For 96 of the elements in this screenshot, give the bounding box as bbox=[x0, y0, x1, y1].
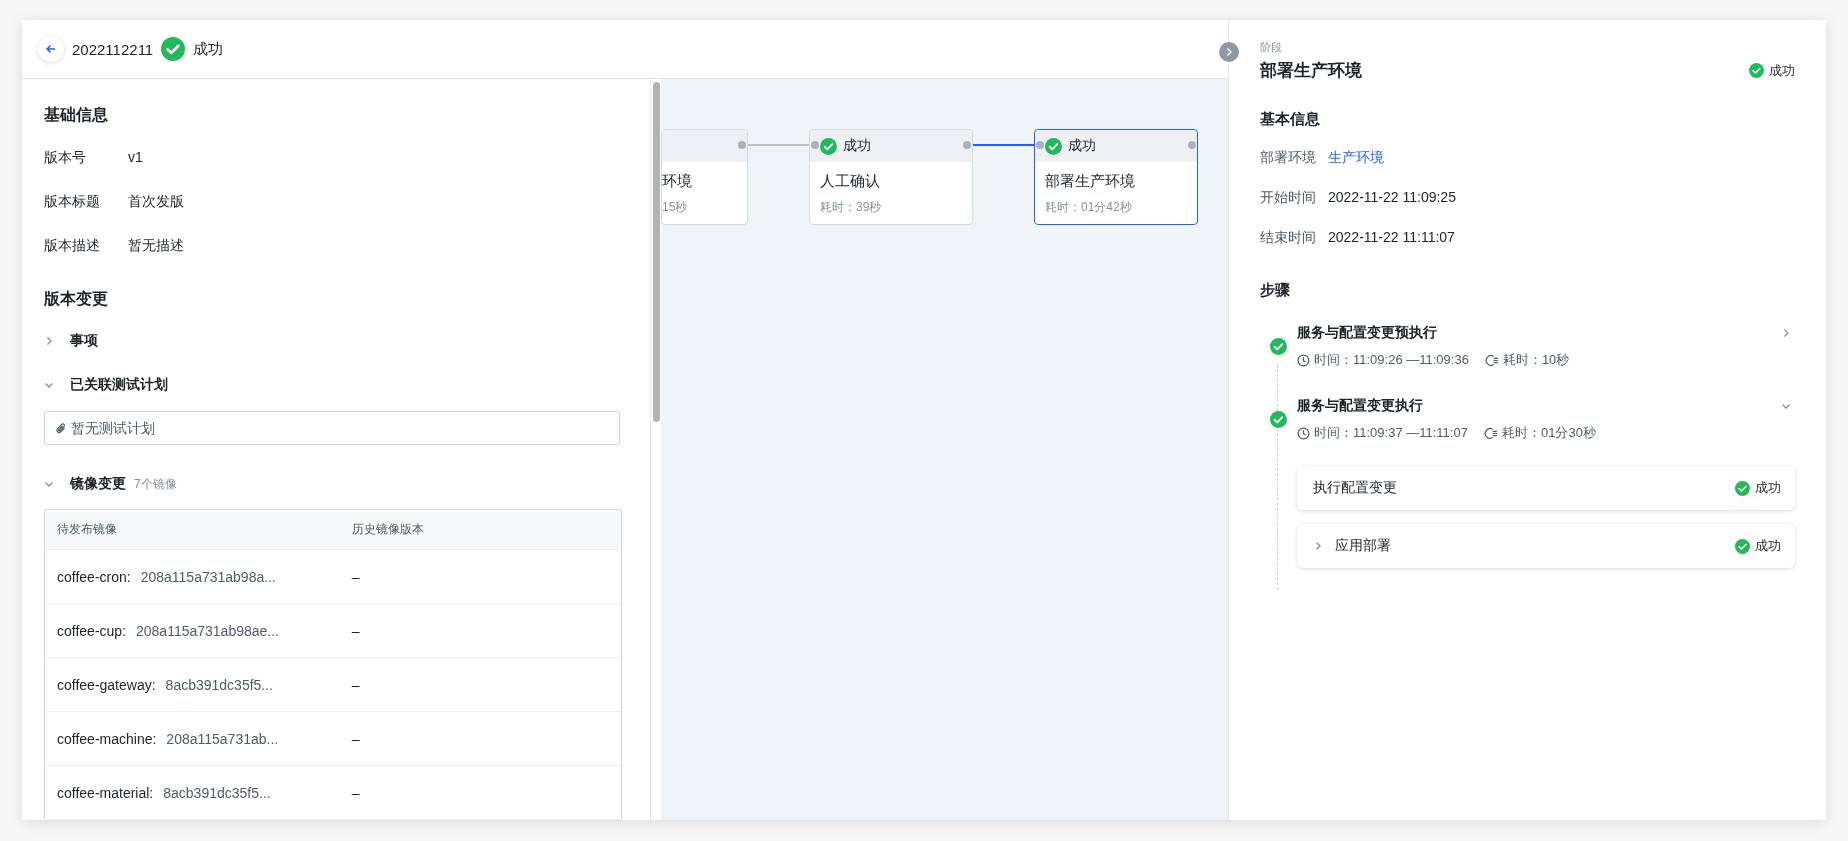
chevron-right-icon bbox=[44, 336, 54, 346]
stage-node[interactable]: 环境 15秒 bbox=[661, 129, 748, 225]
test-plan-field[interactable]: 暂无测试计划 bbox=[44, 411, 620, 445]
chevron-down-icon bbox=[44, 380, 54, 390]
step-title: 服务与配置变更执行 bbox=[1297, 397, 1423, 415]
table-cell-text: coffee-cup: 208a115a731ab98ae... bbox=[56, 622, 280, 639]
stage-duration: 15秒 bbox=[662, 199, 689, 216]
release-number: 2022112211 bbox=[72, 40, 154, 58]
stage-node[interactable]: 成功 部署生产环境 耗时：01分42秒 bbox=[1034, 129, 1198, 225]
chevron-down-icon bbox=[44, 479, 54, 489]
success-check-icon bbox=[820, 137, 837, 155]
chevron-right-icon bbox=[1781, 328, 1791, 338]
group-title: 事项 bbox=[70, 332, 98, 350]
substep-title: 应用部署 bbox=[1335, 537, 1391, 555]
stage-status: 成功 bbox=[843, 137, 871, 155]
connector-dot bbox=[1036, 141, 1044, 149]
expand-toggle[interactable] bbox=[44, 380, 54, 390]
status-label: 成功 bbox=[1755, 479, 1781, 497]
arrow-left-icon bbox=[45, 43, 57, 55]
status-label: 成功 bbox=[193, 39, 224, 59]
stage-name: 部署生产环境 bbox=[1044, 171, 1136, 191]
back-button[interactable] bbox=[38, 36, 64, 62]
field-label: 版本描述 bbox=[44, 237, 101, 255]
table-cell-text: – bbox=[350, 622, 361, 639]
stage-status: 成功 bbox=[1068, 137, 1096, 155]
step-duration: 耗时：10秒 bbox=[1502, 351, 1570, 369]
success-check-icon bbox=[1749, 63, 1764, 78]
field-value: 暂无描述 bbox=[128, 237, 184, 255]
clock-icon bbox=[1297, 353, 1310, 367]
substep-card[interactable]: 应用部署 成功 bbox=[1297, 524, 1795, 568]
table-cell-text: coffee-gateway: 8acb391dc35f5... bbox=[56, 676, 274, 693]
field-label: 开始时间 bbox=[1260, 189, 1317, 207]
substep-card[interactable]: 执行配置变更 成功 bbox=[1297, 466, 1795, 510]
environment-link[interactable]: 生产环境 bbox=[1328, 149, 1384, 167]
table-cell-text: coffee-machine: 208a115a731ab... bbox=[56, 730, 280, 747]
chevron-right-icon bbox=[1313, 541, 1323, 551]
section-title: 步骤 bbox=[1260, 281, 1291, 300]
clock-icon bbox=[1297, 426, 1310, 440]
status-label: 成功 bbox=[1769, 61, 1795, 80]
success-check-icon bbox=[161, 37, 186, 61]
group-title: 镜像变更 bbox=[70, 475, 126, 493]
section-title: 版本变更 bbox=[44, 289, 109, 309]
connector-dot bbox=[1188, 141, 1196, 149]
column-header: 历史镜像版本 bbox=[350, 521, 425, 538]
stage-duration: 耗时：39秒 bbox=[819, 199, 883, 216]
connector-dot bbox=[738, 141, 746, 149]
chevron-down-icon bbox=[1781, 401, 1791, 411]
expand-toggle[interactable] bbox=[1781, 401, 1791, 411]
field-value: 2022-11-22 11:11:07 bbox=[1328, 229, 1455, 247]
table-cell-text: coffee-material: 8acb391dc35f5... bbox=[56, 784, 272, 801]
section-title: 基本信息 bbox=[1260, 110, 1321, 129]
table-cell-text: – bbox=[350, 784, 361, 801]
table-cell-text: coffee-cron: 208a115a731ab98a... bbox=[56, 568, 277, 585]
step-title: 服务与配置变更预执行 bbox=[1297, 324, 1437, 342]
field-label: 版本标题 bbox=[44, 193, 101, 211]
column-header: 待发布镜像 bbox=[56, 521, 118, 538]
group-title: 已关联测试计划 bbox=[70, 376, 168, 394]
image-count: 7个镜像 bbox=[134, 475, 177, 493]
field-label: 版本号 bbox=[44, 149, 87, 167]
table-cell-text: – bbox=[350, 730, 361, 747]
success-check-icon bbox=[1270, 411, 1287, 428]
field-value: 2022-11-22 11:09:25 bbox=[1328, 189, 1456, 207]
paperclip-icon bbox=[55, 422, 67, 435]
stage-duration: 耗时：01分42秒 bbox=[1044, 199, 1133, 216]
stage-node[interactable]: 成功 人工确认 耗时：39秒 bbox=[809, 129, 973, 225]
section-title: 基础信息 bbox=[44, 105, 109, 125]
success-check-icon bbox=[1045, 137, 1062, 155]
field-label: 结束时间 bbox=[1260, 229, 1317, 247]
expand-toggle[interactable] bbox=[44, 336, 54, 346]
chevron-right-icon bbox=[1225, 47, 1233, 57]
stage-name: 人工确认 bbox=[819, 171, 881, 191]
substep-title: 执行配置变更 bbox=[1313, 479, 1397, 497]
expand-toggle[interactable] bbox=[44, 479, 54, 489]
field-label: 部署环境 bbox=[1260, 149, 1317, 167]
expand-toggle[interactable] bbox=[1781, 328, 1791, 338]
success-check-icon bbox=[1735, 480, 1750, 496]
connector-dot bbox=[811, 141, 819, 149]
stage-label: 阶段 bbox=[1260, 40, 1283, 55]
field-value: 首次发版 bbox=[128, 193, 184, 211]
field-value: v1 bbox=[128, 149, 143, 167]
step-time: 时间：11:09:26 —11:09:36 bbox=[1314, 351, 1469, 369]
step-duration: 耗时：01分30秒 bbox=[1501, 424, 1596, 442]
drawer-title: 部署生产环境 bbox=[1260, 60, 1362, 82]
collapse-button[interactable] bbox=[1219, 42, 1239, 62]
step-time: 时间：11:09:37 —11:11:07 bbox=[1314, 424, 1468, 442]
timer-icon bbox=[1484, 353, 1499, 367]
stage-name: 环境 bbox=[662, 171, 693, 191]
connector-dot bbox=[963, 141, 971, 149]
table-cell-text: – bbox=[350, 676, 361, 693]
scrollbar-thumb[interactable] bbox=[652, 82, 660, 422]
success-check-icon bbox=[1735, 538, 1750, 554]
table-cell-text: – bbox=[350, 568, 361, 585]
timer-icon bbox=[1483, 426, 1498, 440]
expand-toggle[interactable] bbox=[1313, 541, 1323, 551]
success-check-icon bbox=[1270, 338, 1287, 355]
status-label: 成功 bbox=[1755, 537, 1781, 555]
